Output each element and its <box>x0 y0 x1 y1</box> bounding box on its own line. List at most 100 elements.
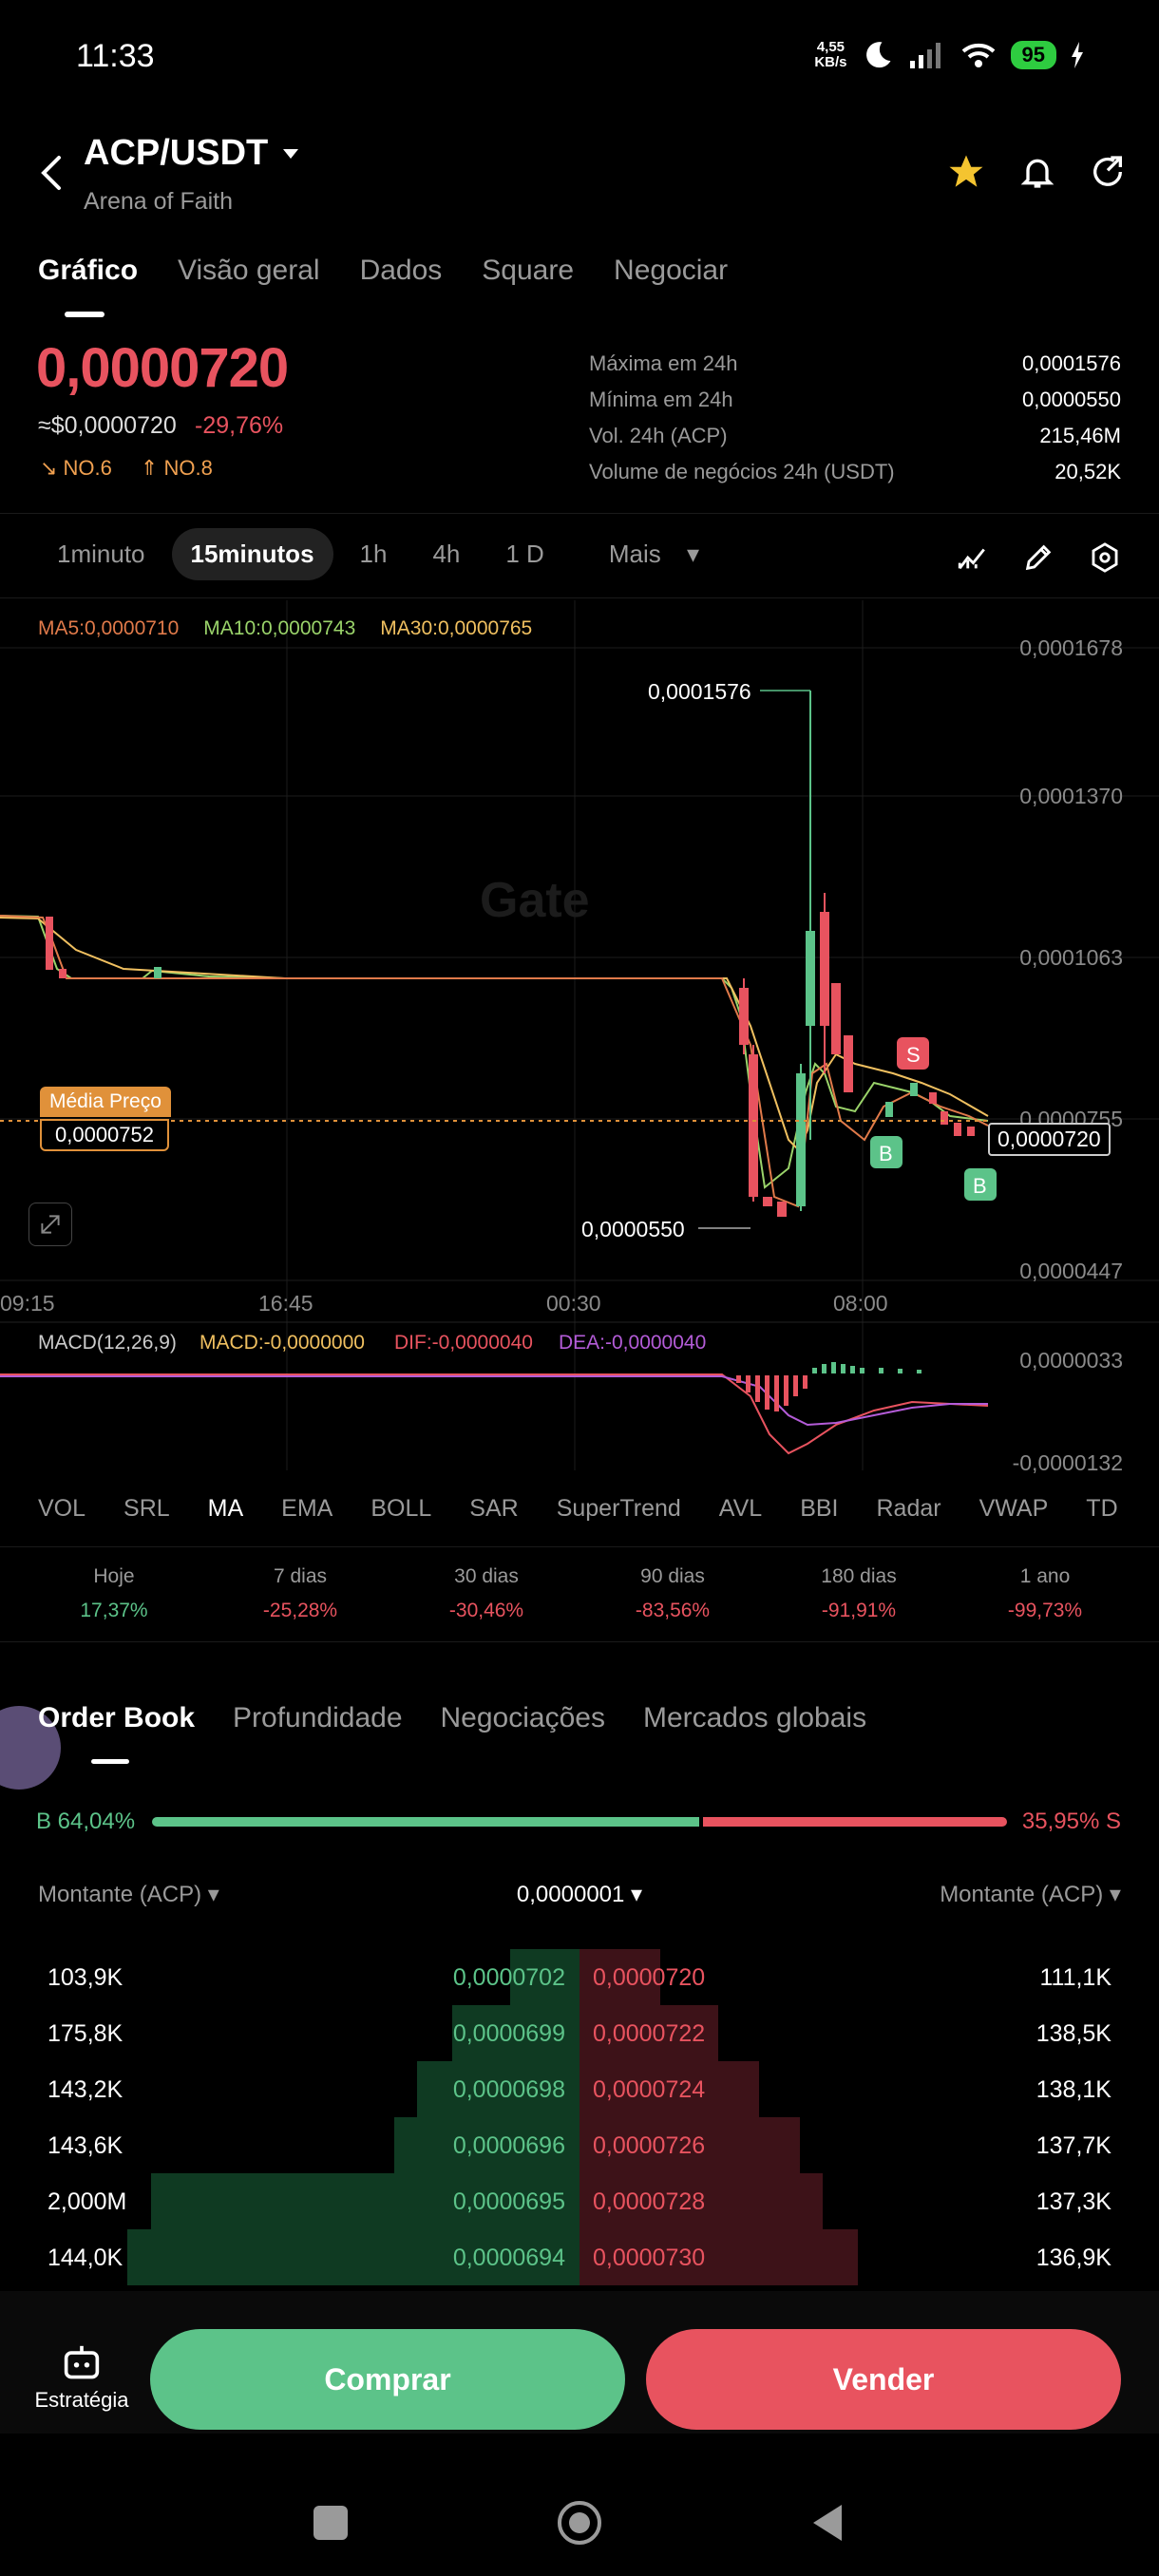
moon-icon <box>865 42 891 68</box>
back-arrow-icon[interactable] <box>34 154 72 192</box>
perf-value: -91,91% <box>821 1600 897 1621</box>
ind-td[interactable]: TD <box>1086 1495 1117 1523</box>
tab-mercados-globais[interactable]: Mercados globais <box>643 1702 866 1734</box>
settings-icon[interactable] <box>1089 541 1121 574</box>
tf-1minuto[interactable]: 1minuto <box>38 528 164 580</box>
ask-amount: 138,5K <box>1036 2020 1112 2047</box>
orderbook-row[interactable]: 103,9K 0,0000702 0,0000720 111,1K <box>0 1949 1159 2005</box>
y-tick-label: 0,0001063 <box>1019 945 1123 970</box>
tab-order-book[interactable]: Order Book <box>38 1702 195 1734</box>
perf-label: 30 dias <box>454 1565 519 1587</box>
bid-price: 0,0000695 <box>452 2188 565 2215</box>
rank-row: ↘ NO.6 ⇑ NO.8 <box>40 456 213 481</box>
system-nav-bar <box>314 2501 842 2545</box>
candlestick-chart[interactable]: Gate 0,0001576 0,0000550 S B B 0,0001678… <box>0 600 1159 1474</box>
recent-icon[interactable] <box>314 2506 348 2540</box>
bell-icon[interactable] <box>1018 153 1056 191</box>
header-actions <box>946 152 1127 192</box>
sell-marker[interactable]: S <box>897 1037 929 1070</box>
buy-marker[interactable]: B <box>964 1168 997 1201</box>
ask-amount: 138,1K <box>1036 2076 1112 2103</box>
charging-icon <box>1072 42 1083 68</box>
sell-button[interactable]: Vender <box>646 2329 1121 2430</box>
star-icon[interactable] <box>946 152 986 192</box>
ind-vwap[interactable]: VWAP <box>979 1495 1049 1523</box>
tab-visao-geral[interactable]: Visão geral <box>178 255 320 287</box>
ind-vol[interactable]: VOL <box>38 1495 86 1523</box>
ask-price: 0,0000722 <box>593 2020 706 2047</box>
ind-sar[interactable]: SAR <box>469 1495 518 1523</box>
ind-boll[interactable]: BOLL <box>370 1495 431 1523</box>
ma10-legend: MA10:0,0000743 <box>203 617 356 639</box>
buy-button[interactable]: Comprar <box>150 2329 625 2430</box>
price-usd: ≈$0,0000720 <box>38 412 177 439</box>
svg-text:B: B <box>879 1142 893 1165</box>
tab-grafico[interactable]: Gráfico <box>38 255 138 287</box>
tab-underline <box>91 1759 129 1764</box>
ind-bbi[interactable]: BBI <box>800 1495 838 1523</box>
sell-ratio-bar <box>703 1817 1007 1827</box>
bid-amount: 143,2K <box>48 2076 124 2103</box>
orderbook-row[interactable]: 143,6K 0,0000696 0,0000726 137,7K <box>0 2117 1159 2173</box>
macd-value: MACD:-0,0000000 <box>200 1332 365 1354</box>
orderbook-row[interactable]: 175,8K 0,0000699 0,0000722 138,5K <box>0 2005 1159 2061</box>
tf-1d[interactable]: 1 D <box>486 528 562 580</box>
perf-label: 1 ano <box>1019 1565 1071 1587</box>
ind-ma[interactable]: MA <box>208 1495 244 1523</box>
ma5-line <box>0 915 989 1208</box>
pair-selector[interactable]: ACP/USDT <box>84 133 300 174</box>
svg-text:S: S <box>906 1043 921 1067</box>
tf-4h[interactable]: 4h <box>413 528 479 580</box>
bid-amount-selector[interactable]: Montante (ACP) ▾ <box>38 1881 219 1908</box>
tab-square[interactable]: Square <box>482 255 574 287</box>
perf-label: 90 dias <box>640 1565 705 1587</box>
back-nav-icon[interactable] <box>813 2505 842 2541</box>
expand-icon[interactable] <box>28 1203 72 1246</box>
rank-up[interactable]: ⇑ NO.8 <box>141 456 213 481</box>
orderbook-row[interactable]: 144,0K 0,0000694 0,0000730 136,9K <box>0 2229 1159 2285</box>
stats-panel: Máxima em 24h 0,0001576 Mínima em 24h 0,00… <box>589 346 1121 490</box>
tab-profundidade[interactable]: Profundidade <box>233 1702 402 1734</box>
tf-1h[interactable]: 1h <box>341 528 407 580</box>
buy-marker[interactable]: B <box>870 1136 902 1168</box>
x-tick-label: 00:30 <box>546 1291 601 1316</box>
ind-ema[interactable]: EMA <box>281 1495 332 1523</box>
ind-avl[interactable]: AVL <box>719 1495 762 1523</box>
tab-negociar[interactable]: Negociar <box>614 255 728 287</box>
avg-price-label: Média Preço <box>40 1087 171 1117</box>
home-icon[interactable] <box>558 2501 601 2545</box>
ask-amount: 136,9K <box>1036 2245 1112 2271</box>
stat-value: 0,0001576 <box>1022 351 1121 375</box>
perf-label: Hoje <box>93 1565 135 1587</box>
ind-supertrend[interactable]: SuperTrend <box>557 1495 681 1523</box>
pair-name: ACP/USDT <box>84 133 269 173</box>
x-tick-label: 09:15 <box>0 1291 55 1316</box>
tab-negociacoes[interactable]: Negociações <box>441 1702 605 1734</box>
svg-text:B: B <box>973 1174 987 1198</box>
ind-srl[interactable]: SRL <box>124 1495 170 1523</box>
precision-selector[interactable]: 0,0000001 ▾ <box>517 1881 642 1908</box>
watermark: Gate <box>480 873 590 928</box>
tf-mais[interactable]: Mais ▾ <box>571 528 718 580</box>
indicator-icon[interactable] <box>956 541 988 574</box>
orderbook-row[interactable]: 143,2K 0,0000698 0,0000724 138,1K <box>0 2061 1159 2117</box>
strategy-button[interactable]: Estratégia <box>34 2344 129 2413</box>
bid-amount: 143,6K <box>48 2132 124 2159</box>
tab-dados[interactable]: Dados <box>360 255 443 287</box>
buy-ratio: B 64,04% <box>36 1809 136 1834</box>
pencil-icon[interactable] <box>1022 541 1054 574</box>
ind-radar[interactable]: Radar <box>877 1495 941 1523</box>
perf-value: -25,28% <box>262 1600 338 1621</box>
ask-amount-selector[interactable]: Montante (ACP) ▾ <box>940 1881 1121 1908</box>
ask-price: 0,0000728 <box>593 2188 706 2215</box>
rank-down[interactable]: ↘ NO.6 <box>40 456 112 481</box>
ask-price: 0,0000730 <box>593 2245 706 2271</box>
wifi-icon <box>961 43 995 67</box>
tf-15minutos[interactable]: 15minutos <box>171 528 333 580</box>
orderbook-row[interactable]: 2,000M 0,0000695 0,0000728 137,3K <box>0 2173 1159 2229</box>
ma30-legend: MA30:0,0000765 <box>380 617 533 639</box>
last-price-marker: 0,0000720 <box>988 1123 1111 1156</box>
share-icon[interactable] <box>1089 153 1127 191</box>
network-speed: 4,55 KB/s <box>814 39 847 70</box>
status-time: 11:33 <box>76 38 155 74</box>
